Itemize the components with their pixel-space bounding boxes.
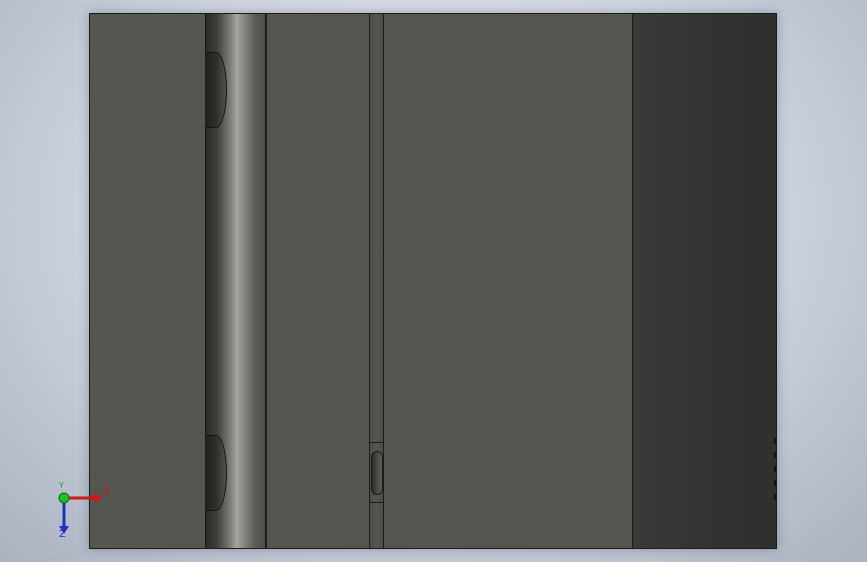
x-axis-label: X [103, 487, 110, 498]
x-axis-arrowhead [94, 493, 102, 503]
y-axis-label: Y [59, 481, 64, 490]
notch-bottom[interactable] [205, 435, 227, 511]
hidden-edge-dash [774, 466, 776, 472]
edge-line[interactable] [266, 14, 267, 548]
part-model[interactable] [89, 13, 777, 549]
reference-triad: X Y Z [50, 481, 120, 544]
hidden-edge-dash [774, 438, 776, 444]
y-axis-point [58, 492, 70, 504]
slot-edge-top[interactable] [369, 442, 384, 443]
hidden-edge-dash [774, 480, 776, 486]
notch-top[interactable] [205, 52, 227, 128]
graphics-viewport[interactable]: X Y Z [0, 0, 867, 562]
slot-edge-bottom[interactable] [369, 502, 384, 503]
slot-hole[interactable] [371, 451, 383, 495]
hidden-edge-dash [774, 494, 776, 500]
hidden-edge-dash [774, 452, 776, 458]
dark-side-face[interactable] [632, 14, 776, 548]
z-axis-label: Z [59, 529, 66, 540]
